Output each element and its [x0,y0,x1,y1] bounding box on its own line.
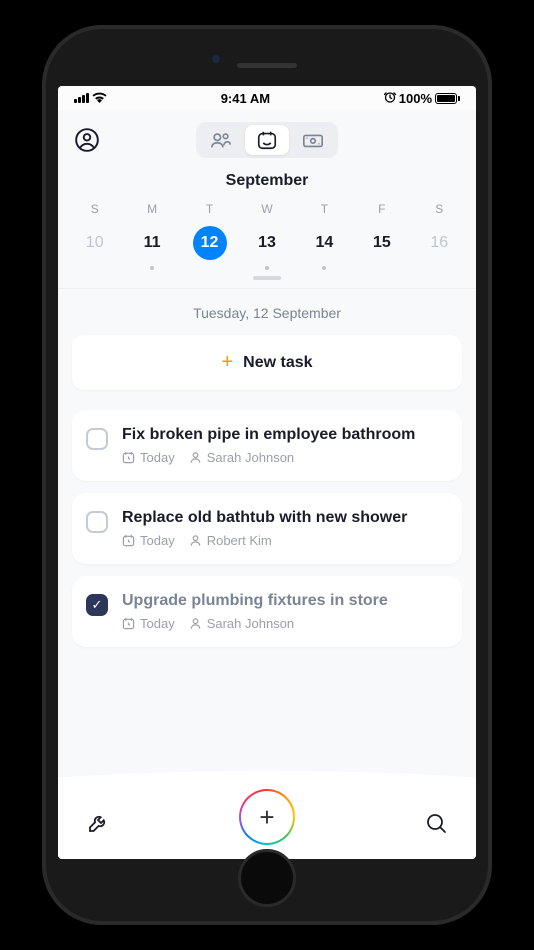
status-time: 9:41 AM [221,91,270,106]
tab-segment [196,122,338,158]
day-letter: T [321,202,328,216]
task-title: Upgrade plumbing fixtures in store [122,592,446,610]
task-card[interactable]: Fix broken pipe in employee bathroom Toda… [72,410,462,481]
task-assignee: Robert Kim [207,533,272,548]
task-checkbox[interactable]: ✓ [86,594,108,616]
header [58,110,476,162]
home-button[interactable] [238,849,296,907]
day-number: 12 [193,226,227,260]
battery-icon [435,93,460,104]
wifi-icon [92,90,107,106]
day-number: 16 [422,226,456,260]
month-title[interactable]: September [58,172,476,190]
tab-calendar[interactable] [245,125,289,155]
profile-icon[interactable] [74,127,100,153]
tab-people[interactable] [199,125,243,155]
search-icon[interactable] [424,811,448,835]
task-meta: Today Sarah Johnson [122,450,446,465]
task-when: Today [140,533,175,548]
task-when: Today [140,616,175,631]
calendar-strip: S 10 M 11 T 12 W 13 T 14 F 15 S 16 [58,202,476,270]
day-column[interactable]: W 13 [238,202,295,270]
task-assignee: Sarah Johnson [207,616,294,631]
signal-icon [74,93,89,103]
new-task-button[interactable]: + New task [72,335,462,390]
day-column[interactable]: T 12 [181,202,238,270]
task-title: Replace old bathtub with new shower [122,509,446,527]
task-title: Fix broken pipe in employee bathroom [122,426,446,444]
alarm-icon [384,91,396,106]
day-number: 11 [135,226,169,260]
day-letter: M [147,202,157,216]
task-meta: Today Sarah Johnson [122,616,446,631]
day-letter: S [91,202,99,216]
day-number: 14 [307,226,341,260]
calendar-small-icon [122,534,135,547]
day-number: 13 [250,226,284,260]
calendar-small-icon [122,617,135,630]
person-small-icon [189,451,202,464]
day-column[interactable]: F 15 [353,202,410,270]
day-letter: W [261,202,272,216]
day-column[interactable]: T 14 [296,202,353,270]
person-small-icon [189,534,202,547]
content-area: Tuesday, 12 September + New task Fix bro… [58,289,476,787]
day-dot [265,266,269,270]
task-when: Today [140,450,175,465]
task-card[interactable]: Replace old bathtub with new shower Today… [72,493,462,564]
day-dot [150,266,154,270]
day-column[interactable]: M 11 [123,202,180,270]
task-assignee: Sarah Johnson [207,450,294,465]
wrench-icon[interactable] [86,811,110,835]
money-icon [302,129,324,151]
task-checkbox[interactable] [86,511,108,533]
person-small-icon [189,617,202,630]
calendar-small-icon [122,451,135,464]
selected-date-label: Tuesday, 12 September [72,305,462,321]
plus-icon: + [221,351,233,374]
tab-money[interactable] [291,125,335,155]
task-meta: Today Robert Kim [122,533,446,548]
plus-icon: + [259,802,274,833]
calendar-smile-icon [256,129,278,151]
drag-handle[interactable] [253,276,281,280]
status-bar: 9:41 AM 100% [58,86,476,110]
battery-pct: 100% [399,91,432,106]
day-number: 15 [365,226,399,260]
new-task-label: New task [243,354,312,372]
task-card[interactable]: ✓ Upgrade plumbing fixtures in store Today… [72,576,462,647]
day-number: 10 [78,226,112,260]
day-column[interactable]: S 16 [411,202,468,270]
fab-add[interactable]: + [241,791,293,843]
people-icon [210,129,232,151]
task-checkbox[interactable] [86,428,108,450]
day-dot [322,266,326,270]
day-letter: F [378,202,385,216]
day-column[interactable]: S 10 [66,202,123,270]
day-letter: S [435,202,443,216]
day-letter: T [206,202,213,216]
